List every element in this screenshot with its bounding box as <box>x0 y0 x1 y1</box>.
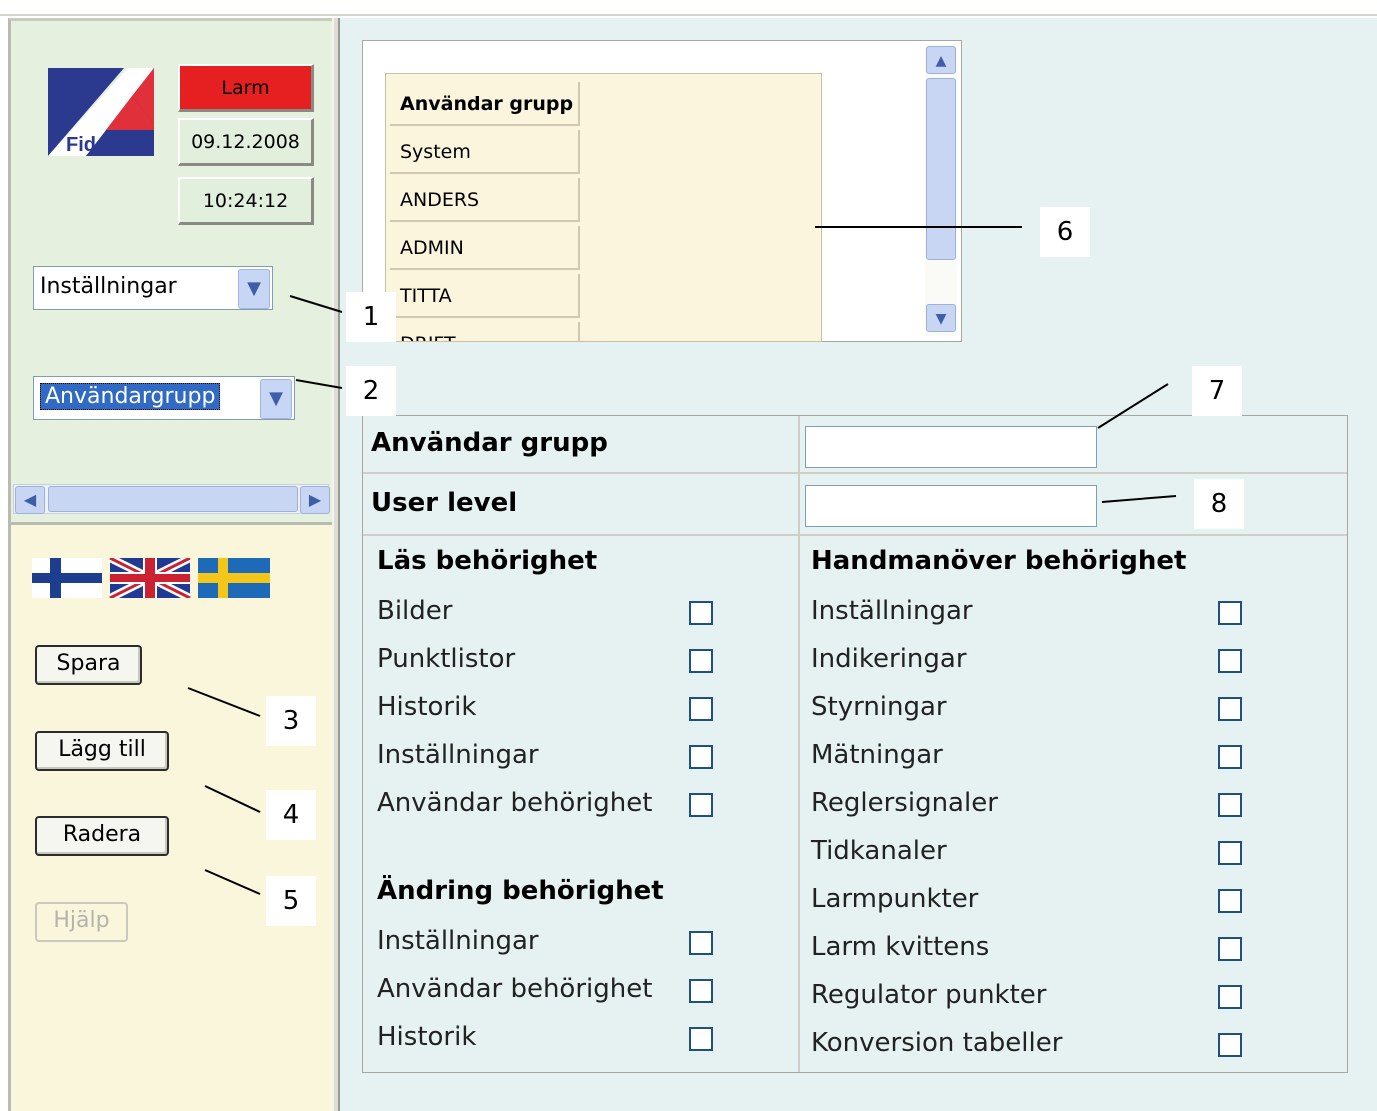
callout-4: 4 <box>266 790 316 840</box>
callout-7: 7 <box>1192 366 1242 416</box>
callout-8: 8 <box>1194 479 1244 529</box>
callout-1: 1 <box>346 292 396 342</box>
callout-6: 6 <box>1040 207 1090 257</box>
callout-3: 3 <box>266 696 316 746</box>
callout-2: 2 <box>346 366 396 416</box>
callout-leader-lines <box>187 226 1177 895</box>
callout-5: 5 <box>266 876 316 926</box>
